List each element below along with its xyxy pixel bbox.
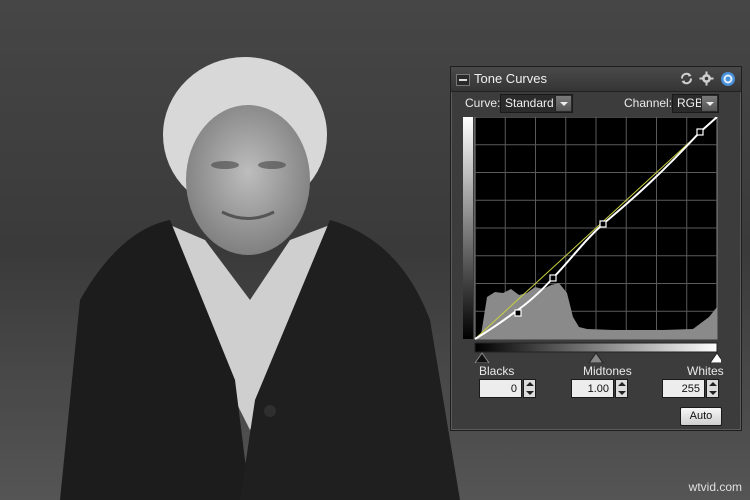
curve-editor[interactable] xyxy=(463,117,721,363)
curve-dropdown[interactable]: Standard xyxy=(500,94,573,113)
midtones-slider-handle[interactable] xyxy=(588,352,604,363)
curve-value: Standard xyxy=(505,96,554,110)
curve-label: Curve: xyxy=(465,96,501,110)
curve-control-point[interactable] xyxy=(696,128,704,136)
collapse-icon[interactable] xyxy=(456,74,470,86)
tone-curves-panel: Tone Curves Curve: Standard Channel: RGB… xyxy=(450,66,742,431)
whites-stepper[interactable] xyxy=(706,379,719,398)
target-icon[interactable] xyxy=(719,70,736,87)
input-gradient-bar xyxy=(474,342,718,353)
panel-title: Tone Curves xyxy=(474,71,547,86)
midtones-stepper[interactable] xyxy=(615,379,628,398)
midtones-input[interactable]: 1.00 xyxy=(571,379,614,398)
auto-button[interactable]: Auto xyxy=(680,407,722,426)
gear-icon[interactable] xyxy=(698,70,715,87)
curve-control-point[interactable] xyxy=(549,274,557,282)
chevron-down-icon xyxy=(555,96,571,111)
curve-control-point[interactable] xyxy=(599,220,607,228)
blacks-stepper[interactable] xyxy=(523,379,536,398)
whites-slider-handle[interactable] xyxy=(709,352,721,363)
chevron-down-icon xyxy=(701,96,717,111)
blacks-label: Blacks xyxy=(479,364,515,378)
midtones-label: Midtones xyxy=(583,364,632,378)
channel-dropdown[interactable]: RGB xyxy=(672,94,719,113)
output-gradient-bar xyxy=(463,117,473,339)
reset-icon[interactable] xyxy=(678,70,695,87)
whites-input[interactable]: 255 xyxy=(662,379,705,398)
whites-label: Whites xyxy=(687,364,724,378)
blacks-input[interactable]: 0 xyxy=(479,379,522,398)
channel-label: Channel: xyxy=(624,96,673,110)
blacks-slider-handle[interactable] xyxy=(474,352,490,363)
channel-value: RGB xyxy=(677,96,704,110)
panel-titlebar: Tone Curves xyxy=(451,67,741,92)
watermark: wtvid.com xyxy=(688,480,742,494)
curve-control-point[interactable] xyxy=(514,309,522,317)
